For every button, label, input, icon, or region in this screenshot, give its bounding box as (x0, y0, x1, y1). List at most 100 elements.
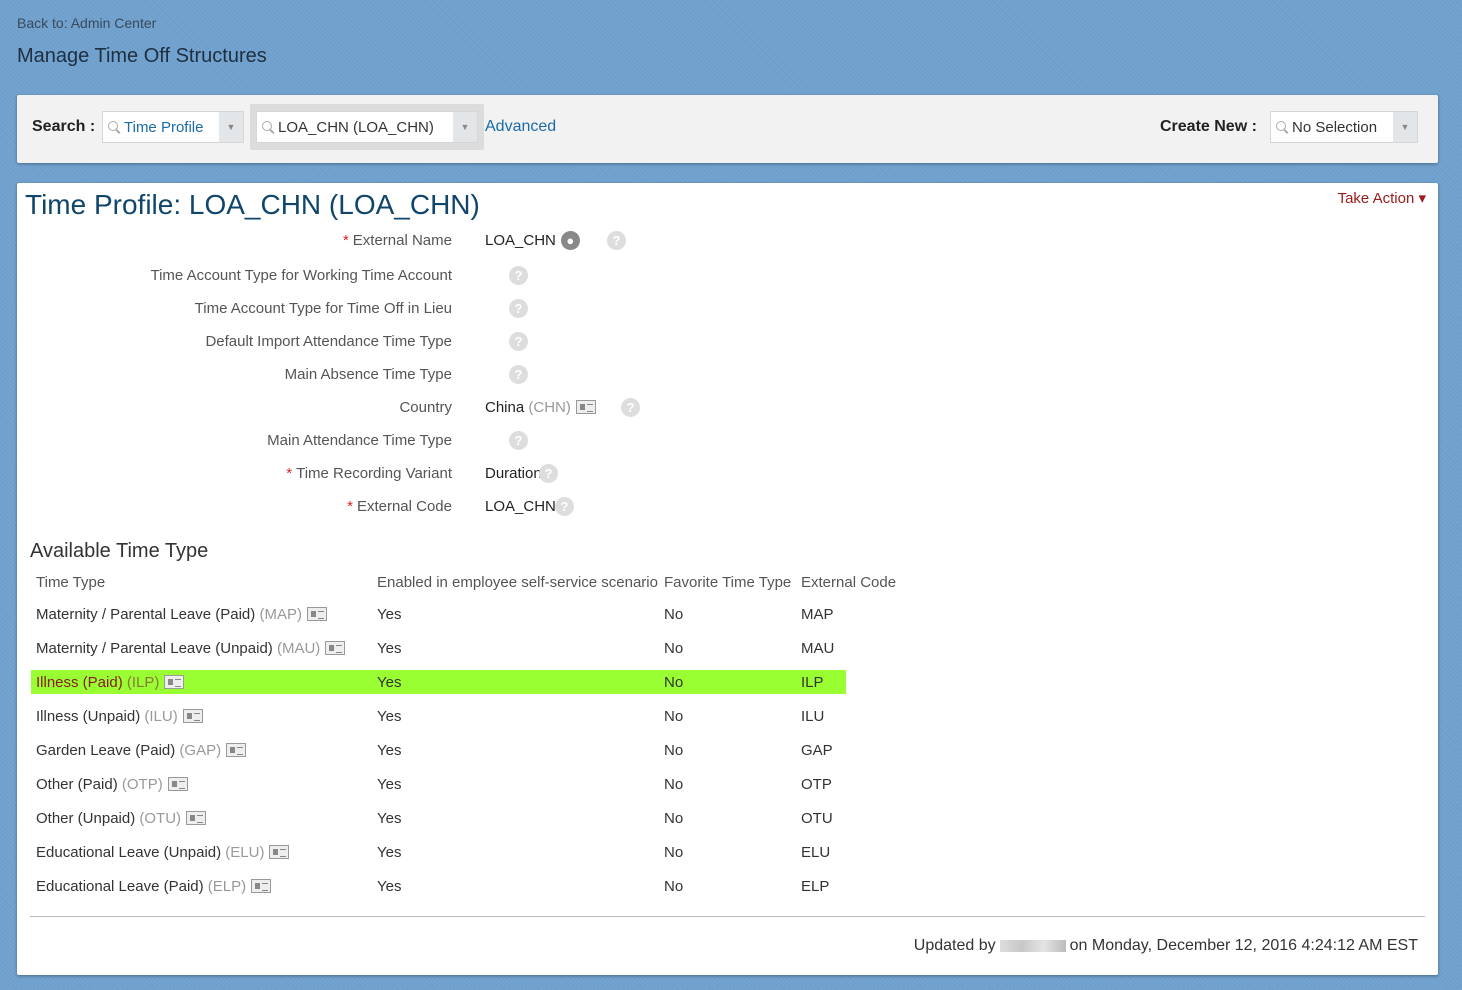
time-type-cell: Other (Unpaid) (OTU) (36, 810, 207, 827)
available-time-type-heading: Available Time Type (30, 540, 209, 562)
help-icon[interactable]: ? (509, 298, 528, 318)
advanced-search-link[interactable]: Advanced (485, 118, 556, 136)
time-type-cell: Educational Leave (Unpaid) (ELU) (36, 844, 290, 861)
create-new-value: No Selection (1292, 118, 1378, 136)
help-icon[interactable]: ? (621, 397, 640, 417)
details-card-icon[interactable] (182, 709, 203, 723)
create-new-select[interactable]: No Selection ▼ (1270, 111, 1418, 143)
field-label: Time Account Type for Working Time Accou… (150, 266, 452, 284)
favorite-cell: No (664, 673, 684, 691)
divider (30, 916, 1425, 917)
details-card-icon[interactable] (164, 675, 185, 689)
table-row[interactable]: Educational Leave (Unpaid) (ELU) Yes No … (31, 840, 846, 864)
help-icon[interactable]: ? (509, 430, 528, 450)
column-header: Time Type (36, 573, 106, 591)
field-row: Time Account Type for Time Off in Lieu? (17, 298, 1417, 318)
field-row: * External Name LOA_CHN ●? (17, 230, 1417, 250)
table-row[interactable]: Maternity / Parental Leave (Unpaid) (MAU… (31, 636, 846, 660)
details-card-icon[interactable] (269, 845, 290, 859)
external-code-cell: ILU (801, 707, 825, 725)
ess-cell: Yes (377, 639, 402, 657)
updated-info: Updated by on Monday, December 12, 2016 4… (913, 937, 1418, 954)
ess-cell: Yes (377, 775, 402, 793)
ess-cell: Yes (377, 605, 402, 623)
table-row[interactable]: Illness (Paid) (ILP) Yes No ILP (31, 670, 846, 694)
table-row[interactable]: Educational Leave (Paid) (ELP) Yes No EL… (31, 874, 846, 898)
column-header: External Code (801, 573, 897, 591)
time-type-cell: Educational Leave (Paid) (ELP) (36, 878, 272, 895)
external-code-cell: OTU (801, 809, 833, 827)
table-header: Time Type Enabled in employee self-servic… (31, 570, 896, 594)
favorite-cell: No (664, 775, 684, 793)
table-row[interactable]: Illness (Unpaid) (ILU) Yes No ILU (31, 704, 846, 728)
external-code-cell: ELP (801, 877, 830, 895)
details-card-icon[interactable] (167, 777, 188, 791)
external-code-cell: MAP (801, 605, 834, 623)
field-row: Main Attendance Time Type? (17, 430, 1417, 450)
search-type-select[interactable]: Time Profile ▼ (102, 111, 244, 143)
external-code-cell: GAP (801, 741, 833, 759)
help-icon[interactable]: ? (509, 331, 528, 351)
table-row[interactable]: Other (Paid) (OTP) Yes No OTP (31, 772, 846, 796)
search-icon (107, 120, 121, 134)
field-row: * Time Recording Variant Duration? (17, 463, 1417, 483)
time-profile-card: Time Profile: LOA_CHN (LOA_CHN) Take Act… (17, 183, 1438, 975)
details-card-icon[interactable] (251, 879, 272, 893)
field-row: Country China (CHN)? (17, 397, 1417, 417)
details-card-icon[interactable] (575, 400, 596, 414)
field-label: Time Account Type for Time Off in Lieu (194, 299, 452, 317)
take-action-menu[interactable]: Take Action ▾ (1338, 189, 1426, 207)
search-value: LOA_CHN (LOA_CHN) (278, 118, 434, 136)
help-icon[interactable]: ? (509, 265, 528, 285)
details-card-icon[interactable] (325, 641, 346, 655)
field-value: Duration (485, 464, 542, 482)
favorite-cell: No (664, 639, 684, 657)
search-value-input[interactable]: LOA_CHN (LOA_CHN) ▼ (256, 111, 478, 143)
translate-globe-icon[interactable]: ● (560, 230, 580, 250)
time-type-cell: Maternity / Parental Leave (Paid) (MAP) (36, 606, 327, 623)
table-row[interactable]: Other (Unpaid) (OTU) Yes No OTU (31, 806, 846, 830)
details-card-icon[interactable] (306, 607, 327, 621)
favorite-cell: No (664, 843, 684, 861)
ess-cell: Yes (377, 877, 402, 895)
details-card-icon[interactable] (226, 743, 247, 757)
details-card-icon[interactable] (186, 811, 207, 825)
field-row: Default Import Attendance Time Type? (17, 331, 1417, 351)
table-row[interactable]: Garden Leave (Paid) (GAP) Yes No GAP (31, 738, 846, 762)
field-value: LOA_CHN (485, 497, 556, 515)
help-icon[interactable]: ? (539, 463, 558, 483)
help-icon[interactable]: ? (509, 364, 528, 384)
favorite-cell: No (664, 809, 684, 827)
ess-cell: Yes (377, 843, 402, 861)
chevron-down-icon[interactable]: ▼ (453, 112, 477, 142)
ess-cell: Yes (377, 673, 402, 691)
ess-cell: Yes (377, 707, 402, 725)
chevron-down-icon[interactable]: ▼ (1393, 112, 1417, 142)
search-label: Search : (32, 118, 96, 135)
help-icon[interactable]: ? (607, 230, 626, 250)
external-code-cell: ELU (801, 843, 831, 861)
favorite-cell: No (664, 605, 684, 623)
search-icon (1275, 120, 1289, 134)
field-label: * External Name (342, 231, 452, 249)
table-row[interactable]: Maternity / Parental Leave (Paid) (MAP) … (31, 602, 846, 626)
field-value: LOA_CHN ● (485, 230, 580, 250)
ess-cell: Yes (377, 741, 402, 759)
field-label: * Time Recording Variant (286, 464, 452, 482)
chevron-down-icon[interactable]: ▼ (219, 112, 243, 142)
search-icon (261, 120, 275, 134)
field-label: Main Attendance Time Type (267, 431, 452, 449)
external-code-cell: ILP (801, 673, 824, 691)
back-to-admin-center-link[interactable]: Back to: Admin Center (17, 15, 156, 31)
field-row: Time Account Type for Working Time Accou… (17, 265, 1417, 285)
time-type-cell: Maternity / Parental Leave (Unpaid) (MAU… (36, 640, 346, 657)
time-type-cell: Garden Leave (Paid) (GAP) (36, 742, 247, 759)
help-icon[interactable]: ? (555, 496, 574, 516)
field-row: * External Code LOA_CHN? (17, 496, 1417, 516)
field-value: China (CHN) (485, 399, 596, 416)
field-row: Main Absence Time Type? (17, 364, 1417, 384)
favorite-cell: No (664, 877, 684, 895)
create-new-label: Create New : (1160, 118, 1257, 135)
redacted-user (999, 940, 1066, 952)
ess-cell: Yes (377, 809, 402, 827)
